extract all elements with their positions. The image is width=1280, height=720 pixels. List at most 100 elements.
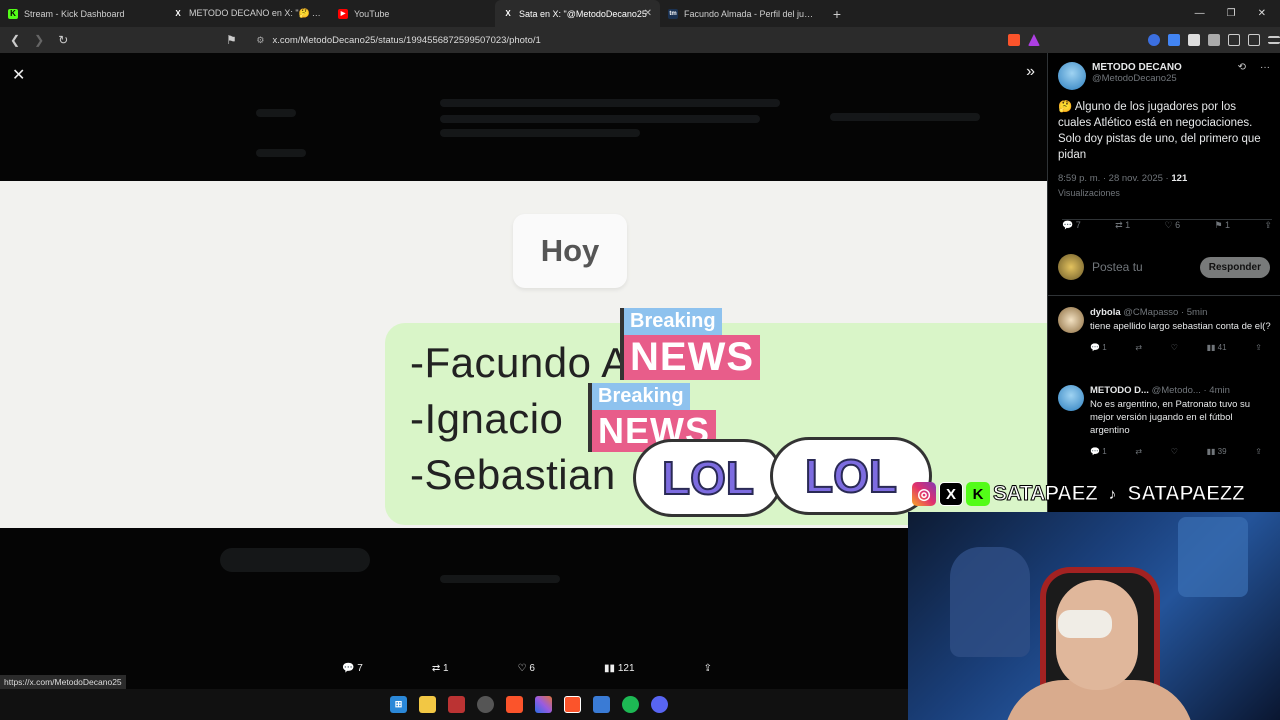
menu-icon[interactable] [1267, 36, 1280, 44]
breaking-label: Breaking [588, 383, 690, 410]
more-icon[interactable]: ··· [1260, 62, 1270, 90]
extension-icons [1007, 34, 1280, 46]
back-icon[interactable]: ❮ [6, 33, 24, 47]
reply-item[interactable]: METODO D... @Metodo... · 4min No es arge… [1058, 385, 1273, 456]
brave-rewards-icon[interactable] [1027, 34, 1040, 46]
reply-action[interactable]: 💬 7 [342, 663, 363, 674]
obs-icon[interactable] [477, 696, 494, 713]
repost-action[interactable]: ⇄ 1 [1115, 220, 1130, 231]
reply-input[interactable]: Postea tu [1092, 260, 1143, 274]
file-explorer-icon[interactable] [419, 696, 436, 713]
restore-icon[interactable]: ❐ [1227, 8, 1236, 19]
tweet-side-panel: METODO DECANO @MetodoDecano25 ⟲ ··· 🤔 Al… [1047, 53, 1280, 513]
tab-sata[interactable]: X Sata en X: "@MetodoDecano25 ✕ [495, 0, 660, 27]
brave-shield-icon[interactable] [1007, 34, 1020, 46]
extension-icon[interactable] [1147, 34, 1160, 46]
repost-action[interactable]: ⇄ 1 [432, 663, 449, 674]
brave-icon[interactable] [506, 696, 523, 713]
kick-icon: K [966, 482, 990, 506]
divider [1048, 295, 1280, 296]
close-tab-icon[interactable]: ✕ [644, 8, 652, 19]
url-field[interactable]: ⚙ x.com/MetodoDecano25/status/1994556872… [246, 30, 898, 50]
tweet-author[interactable]: METODO DECANO @MetodoDecano25 ⟲ ··· [1058, 62, 1270, 90]
share-icon[interactable]: ⇪ [1255, 447, 1262, 456]
views-label: Visualizaciones [1058, 188, 1120, 198]
avatar[interactable] [1058, 307, 1084, 333]
url-text: x.com/MetodoDecano25/status/199455687259… [272, 34, 541, 46]
address-bar: ❮ ❯ ↻ ⚑ ⚙ x.com/MetodoDecano25/status/19… [0, 27, 1280, 53]
grok-icon[interactable]: ⟲ [1238, 62, 1246, 90]
tiktok-icon: ♪ [1100, 482, 1125, 506]
share-icon[interactable]: ⇪ [1264, 220, 1272, 231]
like-action[interactable]: ♡ 6 [518, 663, 535, 674]
sidebar-icon[interactable] [1227, 34, 1240, 46]
club-flag [950, 547, 1030, 657]
reload-icon[interactable]: ↻ [54, 33, 72, 47]
author-name[interactable]: METODO DECANO [1092, 62, 1182, 73]
window-controls: — ❐ ✕ [1195, 8, 1280, 19]
tab-bar: K Stream - Kick Dashboard X METODO DECAN… [0, 0, 1280, 27]
tab-youtube[interactable]: ▶ YouTube [330, 0, 495, 27]
reply-action[interactable]: 💬 1 [1090, 343, 1107, 352]
brave-icon[interactable] [564, 696, 581, 713]
like-action[interactable]: ♡ 6 [1165, 220, 1181, 231]
tab-label: Facundo Almada - Perfil del jugador [684, 8, 817, 19]
new-tab-button[interactable]: + [825, 6, 849, 22]
views-action[interactable]: ▮▮ 41 [1207, 343, 1227, 352]
tab-kick-dashboard[interactable]: K Stream - Kick Dashboard [0, 0, 165, 27]
author-handle[interactable]: @MetodoDecano25 [1092, 73, 1182, 84]
tab-facundo-almada[interactable]: tm Facundo Almada - Perfil del jugador [660, 0, 825, 27]
streamer-cap [1058, 610, 1112, 638]
share-icon[interactable]: ⇪ [704, 663, 712, 674]
translate-icon[interactable] [1167, 34, 1180, 46]
news-label: NEWS [620, 335, 760, 380]
reply-item[interactable]: dybola @CMapasso · 5min tiene apellido l… [1058, 307, 1273, 352]
like-action[interactable]: ♡ [1171, 447, 1178, 456]
views-action[interactable]: ▮▮ 39 [1207, 447, 1227, 456]
bookmark-action[interactable]: ⚑ 1 [1214, 220, 1230, 231]
views-count: 121 [617, 663, 635, 674]
reply-action[interactable]: 💬 1 [1090, 447, 1107, 456]
share-icon[interactable]: ⇪ [1255, 343, 1262, 352]
avatar[interactable] [1058, 62, 1086, 90]
spotify-icon[interactable] [622, 696, 639, 713]
wallet-icon[interactable] [1247, 34, 1260, 46]
tweet-time[interactable]: 8:59 p. m. · 28 nov. 2025 · [1058, 173, 1169, 184]
app-icon[interactable] [448, 696, 465, 713]
close-window-icon[interactable]: ✕ [1258, 8, 1266, 19]
youtube-icon: ▶ [338, 8, 348, 19]
repost-action[interactable]: ⇄ [1135, 447, 1142, 456]
repost-action[interactable]: ⇄ [1135, 343, 1142, 352]
avatar[interactable] [1058, 385, 1084, 411]
site-info-icon[interactable]: ⚙ [256, 35, 264, 46]
reply-author[interactable]: dybola [1090, 307, 1121, 318]
x-icon: X [175, 9, 181, 18]
reply-count: 1 [1102, 343, 1107, 352]
views-action[interactable]: ▮▮ 121 [604, 663, 634, 674]
close-icon[interactable]: ✕ [12, 65, 25, 85]
forward-icon[interactable]: ❯ [30, 33, 48, 47]
views-count: 41 [1217, 343, 1227, 352]
minimize-icon[interactable]: — [1195, 8, 1205, 19]
puzzle-icon[interactable] [1207, 34, 1220, 46]
extension-icon[interactable] [1187, 34, 1200, 46]
discord-icon[interactable] [651, 696, 668, 713]
reply-action[interactable]: 💬 7 [1062, 220, 1081, 231]
list-line-3: -Sebastian [410, 451, 616, 498]
tweet-photo: Hoy -Facundo A -Ignacio -Sebastian Break… [0, 181, 1047, 528]
photo-viewer: ✕ » Hoy -Facundo A -Ignacio -Sebastian B… [0, 53, 1047, 720]
copilot-icon[interactable] [535, 696, 552, 713]
notepad-icon[interactable] [593, 696, 610, 713]
reply-author[interactable]: METODO D... [1090, 385, 1149, 396]
bookmark-icon[interactable]: ⚑ [222, 33, 240, 47]
windows-start-icon[interactable]: ⊞ [390, 696, 407, 713]
reply-button[interactable]: Responder [1199, 256, 1270, 278]
tab-metodo-decano[interactable]: X METODO DECANO en X: "🤔 Alguno d [165, 0, 330, 27]
expand-icon[interactable]: » [1026, 63, 1035, 81]
repost-count: 1 [1125, 220, 1131, 230]
like-action[interactable]: ♡ [1171, 343, 1178, 352]
tiktok-handle: SATAPAEZZ [1127, 482, 1245, 506]
reply-header: dybola @CMapasso · 5min [1090, 307, 1273, 318]
instagram-icon: ◎ [912, 482, 936, 506]
x-icon: X [939, 482, 963, 506]
